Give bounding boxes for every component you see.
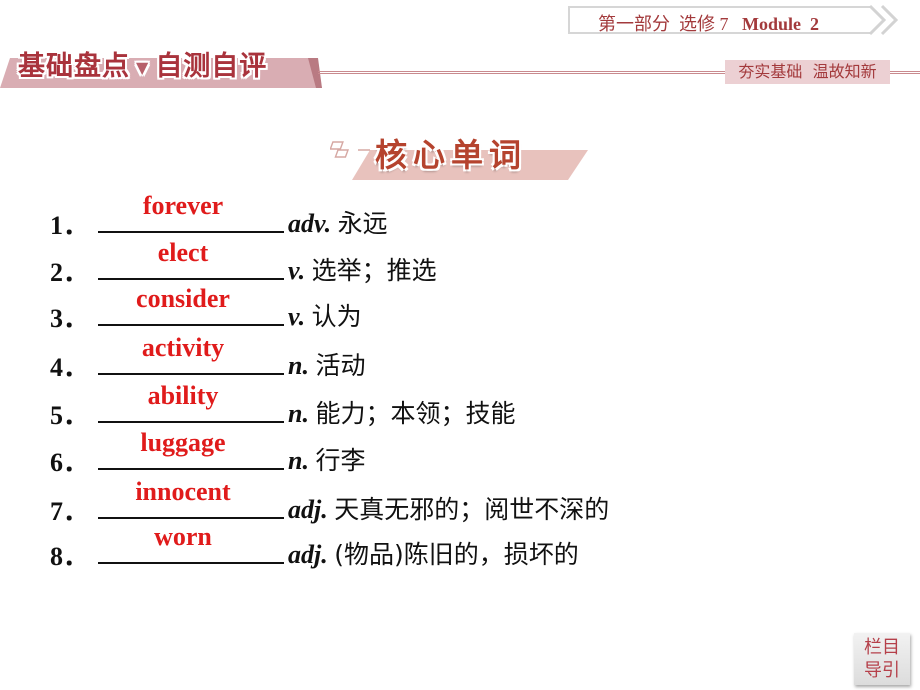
column-guide-button[interactable]: 栏目 导引 — [854, 633, 910, 685]
breadcrumb-text: 第一部分 选修 7 Module 2 — [598, 10, 819, 36]
vocab-item: 4． activity n. 活动 — [0, 333, 920, 382]
answer-blank[interactable] — [98, 562, 284, 564]
breadcrumb-elective: 选修 7 — [679, 14, 729, 34]
item-number: 6． — [50, 448, 90, 477]
meaning: 选举；推选 — [311, 256, 437, 285]
answer-blank[interactable] — [98, 373, 284, 375]
vocab-item: 8． worn adj. (物品)陈旧的，损坏的 — [0, 522, 920, 571]
answer-blank[interactable] — [98, 468, 284, 470]
answer-word: elect — [157, 238, 209, 267]
item-number: 8． — [50, 542, 90, 571]
item-number: 4． — [50, 353, 90, 382]
vocab-item: 2． elect v. 选举；推选 — [0, 238, 920, 287]
answer-word: consider — [136, 284, 230, 313]
triangle-down-icon: ▼ — [136, 58, 150, 77]
breadcrumb-module: Module 2 — [742, 14, 820, 34]
item-number: 3． — [50, 304, 90, 333]
answer-blank[interactable] — [98, 278, 284, 280]
breadcrumb-box: 第一部分 选修 7 Module 2 — [568, 6, 870, 34]
meaning: 行李 — [315, 446, 366, 475]
item-number: 1． — [50, 211, 90, 240]
definition: adv. 永远 — [288, 204, 388, 240]
vocab-item: 1． forever adv. 永远 — [0, 191, 920, 240]
meaning: 永远 — [337, 209, 388, 238]
definition: adj. (物品)陈旧的，损坏的 — [288, 535, 579, 571]
meaning: 认为 — [311, 302, 362, 331]
column-guide-label-1: 栏目 — [864, 637, 900, 658]
meaning: 能力；本领；技能 — [315, 399, 516, 428]
answer-word: forever — [142, 191, 224, 220]
part-of-speech: v. — [288, 302, 306, 331]
double-chevron-right-icon — [868, 4, 899, 36]
vocab-item: 6． luggage n. 行李 — [0, 428, 920, 477]
part-of-speech: n. — [288, 399, 309, 428]
answer-word: activity — [141, 333, 225, 362]
answer-word: innocent — [135, 477, 231, 506]
section-banner: 基础盘点 ▼ 自测自评 — [18, 44, 267, 83]
answer-blank[interactable] — [98, 421, 284, 423]
definition: n. 活动 — [288, 346, 365, 382]
definition: v. 选举；推选 — [288, 251, 437, 287]
answer-word: luggage — [140, 428, 226, 457]
meaning: 天真无邪的；阅世不深的 — [334, 495, 610, 524]
part-of-speech: adj. — [288, 540, 328, 569]
item-number: 5． — [50, 401, 90, 430]
answer-blank[interactable] — [98, 324, 284, 326]
tagline: 夯实基础 温故知新 — [725, 60, 890, 84]
part-of-speech: adv. — [288, 209, 332, 238]
column-guide-label-2: 导引 — [864, 660, 900, 681]
banner-left-text: 基础盘点 — [18, 51, 130, 82]
definition: adj. 天真无邪的；阅世不深的 — [288, 490, 609, 526]
vocab-item: 3． consider v. 认为 — [0, 284, 920, 333]
vocab-item: 5． ability n. 能力；本领；技能 — [0, 381, 920, 430]
definition: n. 行李 — [288, 441, 365, 477]
answer-word: worn — [154, 522, 212, 551]
part-of-speech: n. — [288, 446, 309, 475]
definition: v. 认为 — [288, 297, 362, 333]
section-title: 核心单词 — [375, 136, 528, 174]
answer-blank[interactable] — [98, 517, 284, 519]
answer-blank[interactable] — [98, 231, 284, 233]
part-of-speech: adj. — [288, 495, 328, 524]
breadcrumb-part: 第一部分 — [598, 14, 670, 34]
meaning: 活动 — [315, 351, 366, 380]
definition: n. 能力；本领；技能 — [288, 394, 515, 430]
answer-word: ability — [147, 381, 219, 410]
banner-right-text: 自测自评 — [155, 51, 268, 82]
part-of-speech: v. — [288, 256, 306, 285]
vocab-item: 7． innocent adj. 天真无邪的；阅世不深的 — [0, 477, 920, 526]
meaning: (物品)陈旧的，损坏的 — [334, 540, 579, 569]
part-of-speech: n. — [288, 351, 309, 380]
